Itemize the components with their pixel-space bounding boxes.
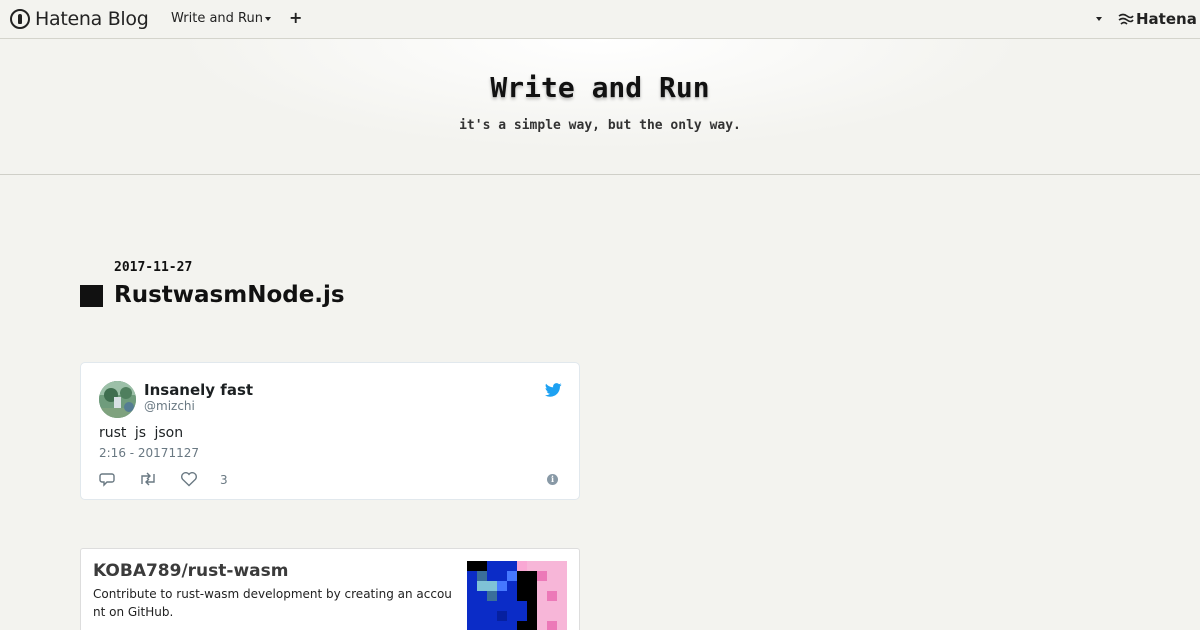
info-icon[interactable]: i [547,474,558,485]
tweet-author-handle[interactable]: @mizchi [144,399,195,413]
avatar[interactable] [99,381,136,418]
title-square-marker [80,285,103,307]
blog-header: Write and Run it's a simple way, but the… [0,39,1200,175]
global-header: Hatena Blog Write and Run + Hatena [0,0,1200,39]
tweet-timestamp[interactable]: 2:16 - 20171127 [99,446,199,460]
logo-text: Hatena Blog [35,8,149,30]
tweet-actions: 3 i [99,471,563,489]
tweet-text: rust js json [99,425,184,441]
caret-down-icon [264,16,271,21]
hatena-brand-text: Hatena [1136,10,1197,28]
github-identicon-image [467,561,567,630]
blog-select-menu[interactable]: Write and Run [171,11,271,26]
plus-icon[interactable]: + [289,8,302,27]
hatena-brand-link[interactable]: Hatena [1118,10,1197,28]
retweet-button[interactable] [138,471,158,487]
entry-date[interactable]: 2017-11-27 [114,260,192,275]
hatena-blog-logo[interactable]: Hatena Blog [10,7,149,31]
github-card-description: Contribute to rust-wasm development by c… [93,587,452,619]
heart-icon [181,472,197,487]
like-count: 3 [220,473,228,487]
github-card-title[interactable]: KOBA789/rust-wasm [93,561,288,581]
blog-select-label: Write and Run [171,11,263,26]
entry-title[interactable]: RustwasmNode.js [114,282,345,308]
hatena-logo-icon [1118,13,1134,25]
embedded-tweet[interactable]: Insanely fast @mizchi rust js json 2:16 … [80,362,580,500]
like-button[interactable] [180,471,198,487]
github-link-card[interactable]: KOBA789/rust-wasm Contribute to rust-was… [80,548,580,630]
reply-icon [99,473,115,487]
hatena-blog-logo-icon [10,9,30,29]
reply-button[interactable] [99,471,115,487]
twitter-bird-icon[interactable] [545,383,562,397]
blog-title[interactable]: Write and Run [0,71,1200,104]
blog-description: it's a simple way, but the only way. [459,118,741,133]
tweet-author-name[interactable]: Insanely fast [144,381,253,399]
user-menu-caret-icon[interactable] [1096,17,1102,21]
avatar-image [99,381,136,418]
retweet-icon [141,472,155,486]
